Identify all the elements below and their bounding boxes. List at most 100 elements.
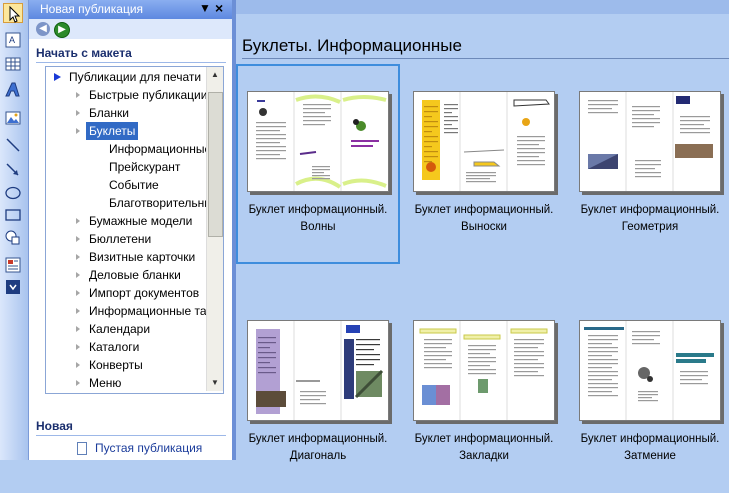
template-caption-name: Диагональ: [289, 450, 347, 462]
tree-item-label: Деловые бланки: [89, 268, 181, 282]
template-thumbnail[interactable]: [247, 91, 389, 192]
oval-icon[interactable]: [3, 183, 23, 203]
more-tools-icon[interactable]: [3, 277, 23, 297]
collapsed-arrow-icon[interactable]: [73, 104, 83, 122]
divider: [242, 58, 729, 59]
template-tile[interactable]: Буклет информационный. Затмение: [568, 293, 729, 493]
tree-item[interactable]: Бумажные модели: [46, 212, 206, 230]
scroll-down-icon[interactable]: ▼: [207, 375, 223, 391]
section-heading-start: Начать с макета: [36, 46, 132, 60]
objects-toolbar: A: [0, 0, 29, 460]
tree-item-label: Информационные: [109, 142, 212, 156]
pointer-tool-icon[interactable]: [3, 3, 23, 23]
template-caption-name: Закладки: [459, 450, 509, 462]
tree-item[interactable]: Информационные табло: [46, 302, 223, 320]
template-caption-line1: Буклет информационный.: [580, 204, 720, 216]
expanded-arrow-icon[interactable]: [53, 68, 63, 86]
forward-arrow-icon[interactable]: ▶: [54, 22, 70, 38]
tree-item-label: Бумажные модели: [89, 214, 193, 228]
arrow-icon[interactable]: [3, 160, 23, 180]
collapsed-arrow-icon[interactable]: [73, 230, 83, 248]
tree-item[interactable]: Бланки: [46, 104, 206, 122]
gallery-title: Буклеты. Информационные: [242, 36, 462, 55]
rectangle-icon[interactable]: [3, 205, 23, 225]
svg-text:A: A: [9, 35, 15, 45]
tree-item-label: Буклеты: [86, 122, 139, 140]
picture-icon[interactable]: [3, 108, 23, 128]
tree-item-label: Календари: [89, 322, 151, 336]
text-box-icon[interactable]: A: [3, 30, 23, 50]
tree-item[interactable]: Буклеты: [46, 122, 206, 140]
divider: [36, 435, 226, 436]
tree-item[interactable]: Импорт документов: [46, 284, 206, 302]
task-pane-nav: ◀ ▶: [29, 19, 232, 39]
divider: [36, 62, 226, 63]
template-gallery: Буклеты. Информационные Буклет информаци…: [236, 0, 729, 462]
collapsed-arrow-icon[interactable]: [73, 320, 83, 338]
template-caption-line1: Буклет информационный.: [248, 204, 388, 216]
template-thumbnail[interactable]: [413, 320, 555, 421]
tree-scrollbar[interactable]: ▲ ▼: [206, 67, 223, 391]
template-tile[interactable]: Буклет информационный. Диагональ: [236, 293, 400, 493]
tree-item[interactable]: Быстрые публикации: [46, 86, 207, 104]
collapsed-arrow-icon[interactable]: [73, 248, 83, 266]
task-pane-title: Новая публикация: [40, 2, 144, 16]
tree-item[interactable]: Календари: [46, 320, 206, 338]
scroll-up-icon[interactable]: ▲: [207, 67, 223, 83]
collapsed-arrow-icon[interactable]: [73, 212, 83, 230]
tree-item-label: Прейскурант: [109, 160, 181, 174]
tree-item[interactable]: Меню: [46, 374, 206, 392]
tree-item[interactable]: Событие: [46, 176, 206, 194]
template-caption-name: Выноски: [461, 221, 507, 233]
template-caption: Буклет информационный. Геометрия: [568, 202, 729, 236]
autoshapes-icon[interactable]: [3, 228, 23, 248]
task-pane: Новая публикация ▼ × ◀ ▶ Начать с макета…: [29, 0, 232, 460]
blank-publication-link[interactable]: Пустая публикация: [95, 441, 202, 455]
template-thumbnail[interactable]: [247, 320, 389, 421]
tree-item[interactable]: Бюллетени: [46, 230, 206, 248]
collapsed-arrow-icon[interactable]: [73, 86, 83, 104]
tree-item[interactable]: Визитные карточки: [46, 248, 206, 266]
tree-item[interactable]: Публикации для печати: [46, 68, 206, 86]
template-thumbnail[interactable]: [413, 91, 555, 192]
task-pane-menu-icon[interactable]: ▼: [199, 1, 211, 15]
template-thumbnail[interactable]: [579, 320, 721, 421]
template-tile[interactable]: Буклет информационный. Закладки: [402, 293, 566, 493]
tree-item-label: Меню: [89, 376, 122, 390]
tree-item-label: Информационные табло: [89, 304, 224, 318]
blank-page-icon: [77, 442, 87, 455]
tree-item-label: Бланки: [89, 106, 129, 120]
tree-item-label: Бюллетени: [89, 232, 152, 246]
template-caption: Буклет информационный. Волны: [236, 202, 400, 236]
template-caption: Буклет информационный. Выноски: [402, 202, 566, 236]
template-tile[interactable]: Буклет информационный. Геометрия: [568, 64, 729, 264]
tree-item[interactable]: Информационные: [46, 140, 211, 158]
scrollbar-thumb[interactable]: [208, 92, 223, 237]
tree-item[interactable]: Деловые бланки: [46, 266, 206, 284]
section-heading-new: Новая: [36, 419, 73, 433]
design-gallery-icon[interactable]: [3, 255, 23, 275]
template-category-tree: Публикации для печати Быстрые публикации Б…: [45, 66, 224, 394]
line-icon[interactable]: [3, 135, 23, 155]
tree-item-label: Визитные карточки: [89, 250, 196, 264]
collapsed-arrow-icon[interactable]: [73, 302, 83, 320]
tree-item-label: Каталоги: [89, 340, 140, 354]
wordart-icon[interactable]: [3, 80, 23, 100]
tree-item[interactable]: Каталоги: [46, 338, 206, 356]
tree-item[interactable]: Благотворительные: [46, 194, 220, 212]
tree-item[interactable]: Прейскурант: [46, 158, 206, 176]
tree-item-label: Публикации для печати: [69, 70, 202, 84]
collapsed-arrow-icon[interactable]: [73, 356, 83, 374]
table-icon[interactable]: [3, 54, 23, 74]
template-tile[interactable]: Буклет информационный. Выноски: [402, 64, 566, 264]
template-tile[interactable]: Буклет информационный. Волны: [236, 64, 400, 264]
collapsed-arrow-icon[interactable]: [73, 338, 83, 356]
collapsed-arrow-icon[interactable]: [73, 266, 83, 284]
back-arrow-icon[interactable]: ◀: [36, 22, 50, 36]
template-thumbnail[interactable]: [579, 91, 721, 192]
collapsed-arrow-icon[interactable]: [73, 122, 83, 140]
close-icon[interactable]: ×: [215, 0, 223, 16]
collapsed-arrow-icon[interactable]: [73, 374, 83, 392]
collapsed-arrow-icon[interactable]: [73, 284, 83, 302]
tree-item[interactable]: Конверты: [46, 356, 206, 374]
